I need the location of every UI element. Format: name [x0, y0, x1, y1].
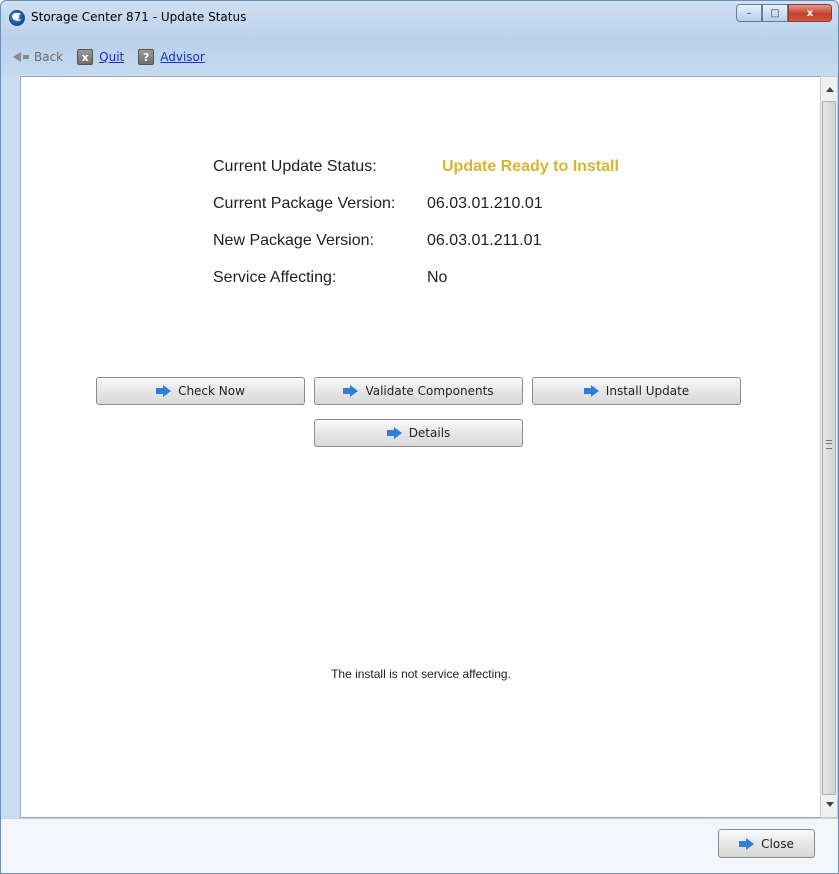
arrow-right-icon: [739, 837, 755, 850]
scroll-up-arrow-icon[interactable]: [826, 87, 834, 92]
current-package-version-label: Current Package Version:: [213, 195, 396, 212]
bottom-button-bar: [1, 818, 838, 873]
quit-button[interactable]: x Quit: [77, 49, 124, 65]
close-icon: x: [806, 7, 814, 19]
minimize-icon: –: [746, 7, 752, 19]
arrow-right-icon: [343, 385, 359, 397]
current-update-status-value: Update Ready to Install: [442, 158, 619, 175]
quit-icon: x: [77, 49, 94, 65]
app-logo-icon: C: [9, 10, 25, 26]
new-package-version-label: New Package Version:: [213, 232, 374, 249]
details-button[interactable]: Details: [314, 419, 523, 447]
arrow-right-icon: [156, 385, 172, 397]
window-title: Storage Center 871 - Update Status: [31, 10, 247, 24]
scrollbar-grip-icon: [826, 440, 832, 449]
close-window-button[interactable]: x: [788, 4, 832, 22]
toolbar: Back x Quit ? Advisor: [13, 47, 219, 67]
current-update-status-label: Current Update Status:: [213, 158, 377, 175]
help-icon: ?: [138, 49, 155, 65]
arrow-right-icon: [583, 385, 600, 397]
service-affecting-label: Service Affecting:: [213, 269, 337, 286]
minimize-button[interactable]: –: [736, 4, 762, 22]
title-bar: C Storage Center 871 - Update Status – □…: [1, 1, 838, 37]
maximize-icon: □: [770, 7, 780, 19]
check-now-button[interactable]: Check Now: [96, 377, 305, 405]
back-button[interactable]: Back: [13, 50, 63, 64]
arrow-right-icon: [386, 427, 403, 439]
validate-components-button[interactable]: Validate Components: [314, 377, 523, 405]
update-status-window: C Storage Center 871 - Update Status – □…: [0, 0, 839, 874]
vertical-scrollbar[interactable]: [820, 76, 838, 818]
back-label: Back: [34, 50, 64, 64]
window-controls: – □ x: [736, 4, 832, 24]
scroll-down-arrow-icon[interactable]: [826, 802, 834, 807]
install-update-button[interactable]: Install Update: [532, 377, 741, 405]
current-package-version-value: 06.03.01.210.01: [427, 195, 543, 212]
service-affecting-value: No: [427, 269, 448, 286]
scrollbar-thumb[interactable]: [822, 101, 836, 795]
main-content-panel: [20, 76, 822, 818]
install-update-label: Install Update: [605, 384, 690, 398]
validate-components-label: Validate Components: [365, 384, 494, 398]
advisor-link[interactable]: Advisor: [160, 50, 205, 64]
maximize-button[interactable]: □: [762, 4, 788, 22]
back-arrow-icon: [13, 52, 21, 62]
quit-link[interactable]: Quit: [99, 50, 124, 64]
advisor-button[interactable]: ? Advisor: [138, 49, 205, 65]
service-impact-message: The install is not service affecting.: [331, 667, 511, 681]
check-now-label: Check Now: [178, 384, 245, 398]
close-button[interactable]: Close: [718, 829, 815, 858]
close-label: Close: [761, 836, 794, 851]
details-label: Details: [408, 426, 451, 440]
new-package-version-value: 06.03.01.211.01: [427, 232, 542, 249]
